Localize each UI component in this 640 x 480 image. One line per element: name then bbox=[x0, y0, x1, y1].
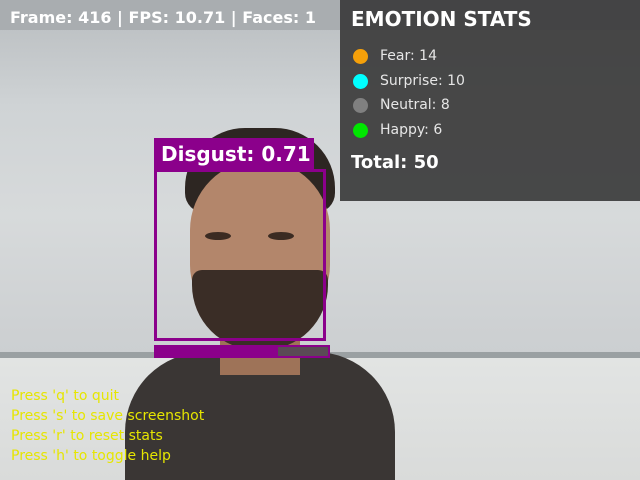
stat-item-surprise: Surprise: 10 bbox=[353, 72, 465, 90]
help-line-toggle: Press 'h' to toggle help bbox=[11, 448, 171, 464]
stat-item-fear: Fear: 14 bbox=[353, 47, 437, 65]
stat-item-happy: Happy: 6 bbox=[353, 121, 442, 139]
help-line-screenshot: Press 's' to save screenshot bbox=[11, 408, 205, 424]
total-count: Total: 50 bbox=[351, 152, 439, 173]
stat-label: Happy: 6 bbox=[380, 122, 443, 138]
stat-label: Neutral: 8 bbox=[380, 97, 450, 113]
help-line-reset: Press 'r' to reset stats bbox=[11, 428, 163, 444]
help-overlay: Press 'q' to quit Press 's' to save scre… bbox=[11, 386, 204, 466]
stat-label: Surprise: 10 bbox=[380, 73, 465, 89]
stat-item-neutral: Neutral: 8 bbox=[353, 96, 450, 114]
emotion-stats-panel: EMOTION STATS Fear: 14 Surprise: 10 Neut… bbox=[340, 0, 640, 201]
happy-color-dot bbox=[353, 122, 368, 138]
panel-title: EMOTION STATS bbox=[351, 7, 532, 31]
confidence-bar bbox=[154, 345, 330, 358]
face-bounding-box bbox=[154, 169, 326, 341]
status-readout: Frame: 416 | FPS: 10.71 | Faces: 1 bbox=[10, 8, 316, 27]
confidence-bar-fill bbox=[156, 347, 279, 356]
face-emotion-label: Disgust: 0.71 bbox=[161, 142, 311, 166]
neutral-color-dot bbox=[353, 97, 368, 113]
stat-label: Fear: 14 bbox=[380, 48, 437, 64]
surprise-color-dot bbox=[353, 73, 368, 89]
fear-color-dot bbox=[353, 48, 368, 64]
help-line-quit: Press 'q' to quit bbox=[11, 388, 119, 404]
